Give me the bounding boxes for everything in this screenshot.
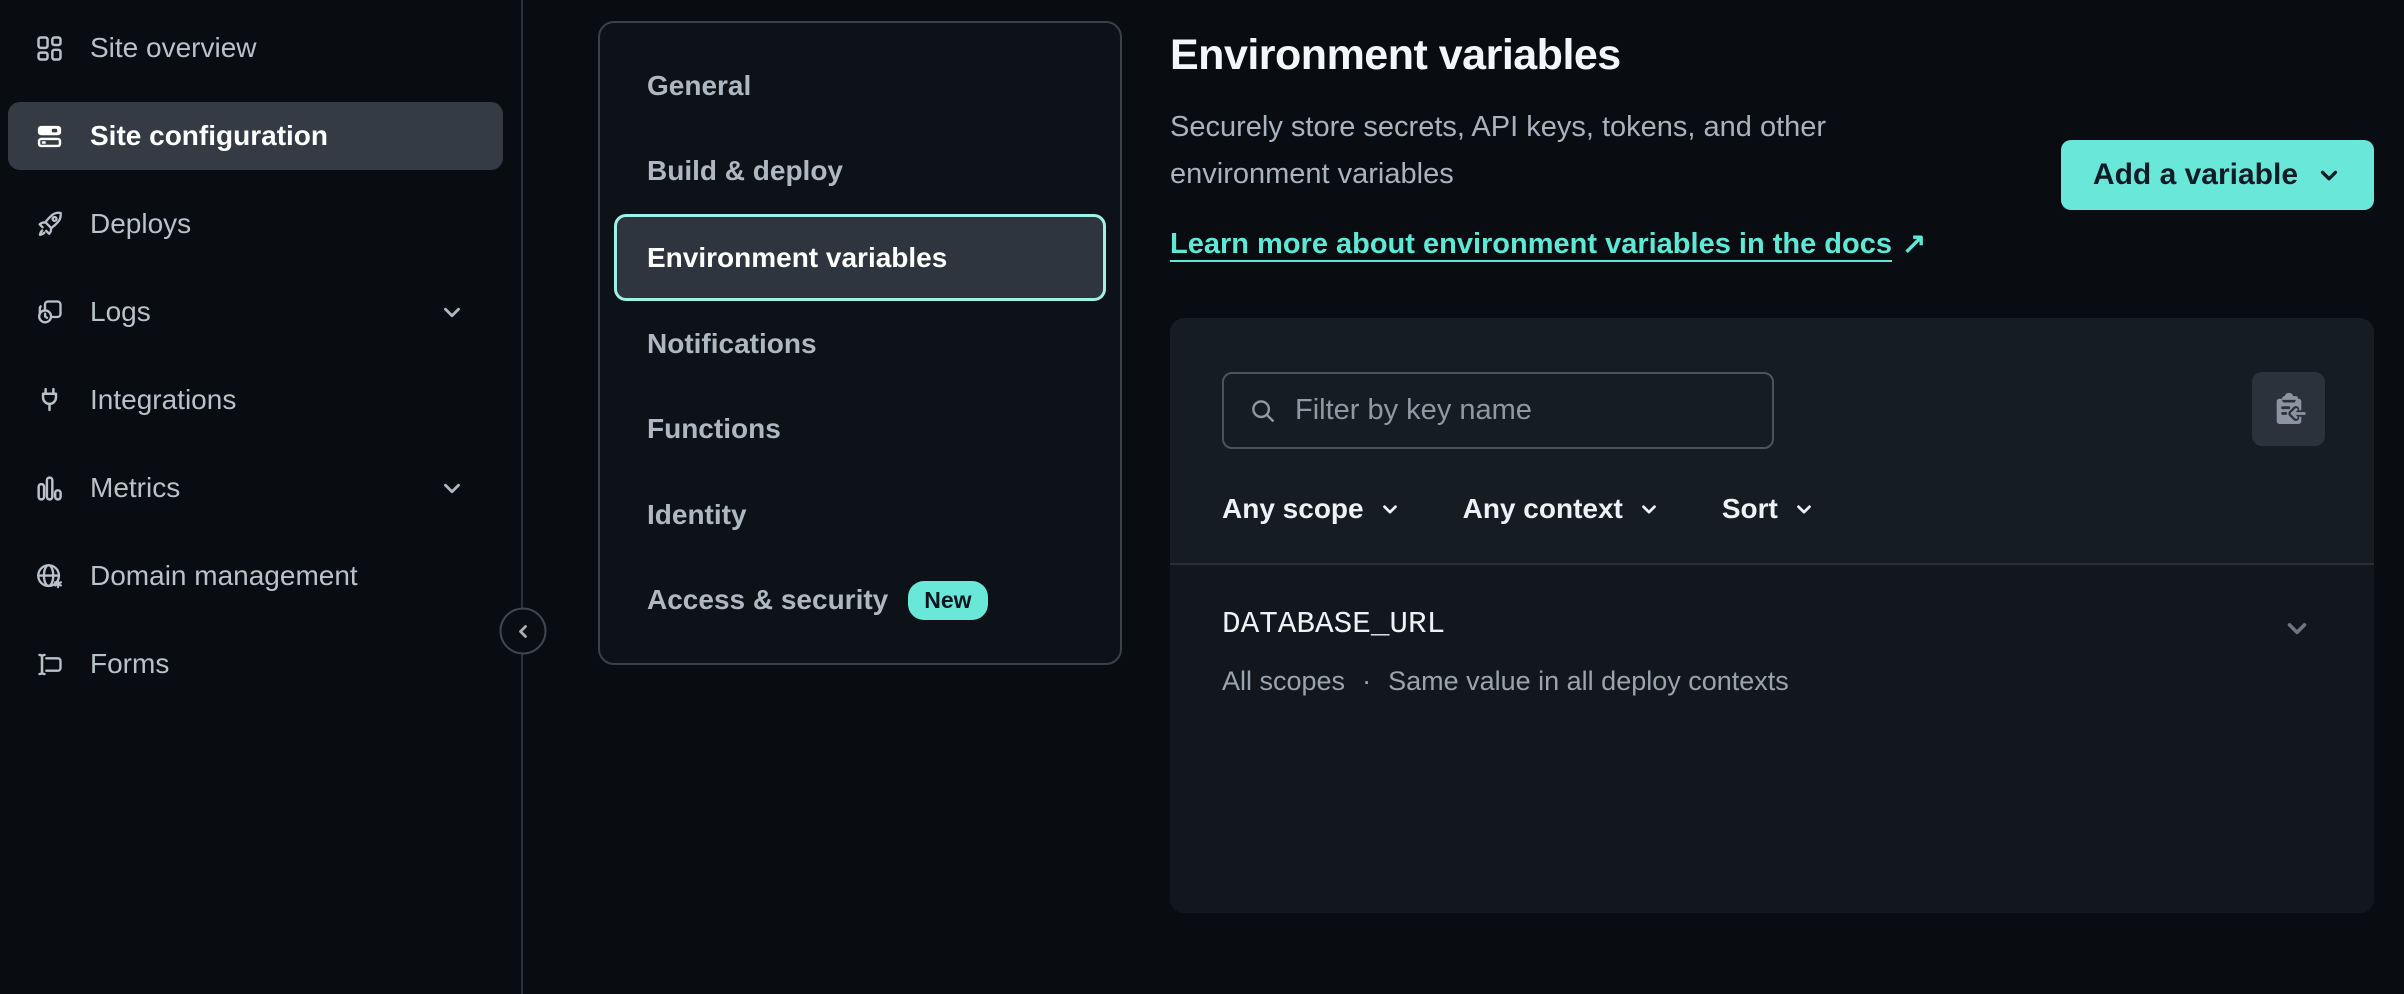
chevron-down-icon[interactable] xyxy=(439,299,465,325)
page-description: Securely store secrets, API keys, tokens… xyxy=(1170,104,1960,198)
sidebar-item-label: Deploys xyxy=(90,208,191,240)
clipboard-import-icon xyxy=(2271,391,2307,427)
expand-row-chevron-icon[interactable] xyxy=(2282,613,2312,643)
env-var-scope: All scopes xyxy=(1222,666,1345,697)
sidebar-item-site-overview[interactable]: Site overview xyxy=(8,14,503,82)
config-tab-identity[interactable]: Identity xyxy=(614,472,1106,557)
config-tab-build-deploy[interactable]: Build & deploy xyxy=(614,128,1106,213)
page-title: Environment variables xyxy=(1170,31,1960,80)
sidebar-collapse-button[interactable] xyxy=(500,608,547,655)
env-var-contexts: Same value in all deploy contexts xyxy=(1388,666,1789,697)
config-tab-label: Identity xyxy=(647,499,747,531)
docs-link[interactable]: Learn more about environment variables i… xyxy=(1170,228,1926,260)
meta-separator: · xyxy=(1362,666,1371,697)
config-tab-functions[interactable]: Functions xyxy=(614,387,1106,472)
add-variable-button[interactable]: Add a variable xyxy=(2061,140,2374,210)
sidebar-item-label: Metrics xyxy=(90,472,180,504)
config-tab-label: Functions xyxy=(647,413,781,445)
env-var-key: DATABASE_URL xyxy=(1222,607,1789,642)
env-var-row[interactable]: DATABASE_URL All scopes · Same value in … xyxy=(1222,607,2312,697)
config-tab-label: Build & deploy xyxy=(647,155,843,187)
config-tab-environment-variables[interactable]: Environment variables xyxy=(614,214,1106,302)
config-tab-label: General xyxy=(647,70,751,102)
sidebar-item-forms[interactable]: Forms xyxy=(8,630,503,698)
sidebar-item-logs[interactable]: Logs xyxy=(8,278,503,346)
sidebar-item-label: Site configuration xyxy=(90,120,328,152)
chevron-down-icon[interactable] xyxy=(439,475,465,501)
env-vars-panel: Any scope Any context Sort xyxy=(1170,318,2374,913)
scope-filter-dropdown[interactable]: Any scope xyxy=(1222,493,1401,525)
sidebar-item-integrations[interactable]: Integrations xyxy=(8,366,503,434)
filter-key-input[interactable] xyxy=(1295,394,1748,427)
config-tab-label: Environment variables xyxy=(647,242,947,274)
chevron-down-icon xyxy=(1379,498,1401,520)
chevron-down-icon xyxy=(2316,162,2342,188)
config-tab-access-security[interactable]: Access & security New xyxy=(614,558,1106,643)
sidebar-item-site-configuration[interactable]: Site configuration xyxy=(8,102,503,170)
server-icon xyxy=(34,121,65,152)
bar-chart-icon xyxy=(34,473,65,504)
rocket-icon xyxy=(34,209,65,240)
sidebar-item-domain-management[interactable]: Domain management xyxy=(8,542,503,610)
sidebar: Site overview Site configuration xyxy=(0,0,523,994)
env-vars-list: DATABASE_URL All scopes · Same value in … xyxy=(1170,563,2374,913)
chevron-down-icon xyxy=(1793,498,1815,520)
environment-variables-section: Environment variables Securely store sec… xyxy=(1170,21,2374,994)
chevron-left-icon xyxy=(511,619,535,643)
sidebar-item-metrics[interactable]: Metrics xyxy=(8,454,503,522)
config-tab-label: Access & security xyxy=(647,584,888,616)
import-env-button[interactable] xyxy=(2252,372,2325,446)
sidebar-item-label: Integrations xyxy=(90,384,236,416)
sidebar-item-label: Logs xyxy=(90,296,151,328)
globe-icon xyxy=(34,561,65,592)
chevron-down-icon xyxy=(1638,498,1660,520)
sidebar-item-label: Forms xyxy=(90,648,169,680)
form-icon xyxy=(34,649,65,680)
external-link-icon: ↗ xyxy=(1902,220,1926,268)
env-var-meta: All scopes · Same value in all deploy co… xyxy=(1222,666,1789,697)
filter-input-container xyxy=(1222,372,1774,449)
env-var-info: DATABASE_URL All scopes · Same value in … xyxy=(1222,607,1789,697)
sidebar-item-label: Domain management xyxy=(90,560,358,592)
site-configuration-nav: General Build & deploy Environment varia… xyxy=(598,21,1122,665)
sidebar-item-deploys[interactable]: Deploys xyxy=(8,190,503,258)
page-header: Environment variables Securely store sec… xyxy=(1170,21,2374,268)
sort-dropdown[interactable]: Sort xyxy=(1722,493,1815,525)
context-filter-dropdown[interactable]: Any context xyxy=(1463,493,1660,525)
new-badge: New xyxy=(908,581,987,620)
config-tab-notifications[interactable]: Notifications xyxy=(614,301,1106,386)
search-icon xyxy=(1248,396,1278,426)
plug-icon xyxy=(34,385,65,416)
config-tab-label: Notifications xyxy=(647,328,817,360)
logs-icon xyxy=(34,297,65,328)
grid-icon xyxy=(34,33,65,64)
sidebar-item-label: Site overview xyxy=(90,32,257,64)
site-settings-page: Site overview Site configuration xyxy=(0,0,2404,994)
config-tab-general[interactable]: General xyxy=(614,43,1106,128)
env-vars-filters: Any scope Any context Sort xyxy=(1170,318,2374,563)
main-content: General Build & deploy Environment varia… xyxy=(523,0,2404,994)
